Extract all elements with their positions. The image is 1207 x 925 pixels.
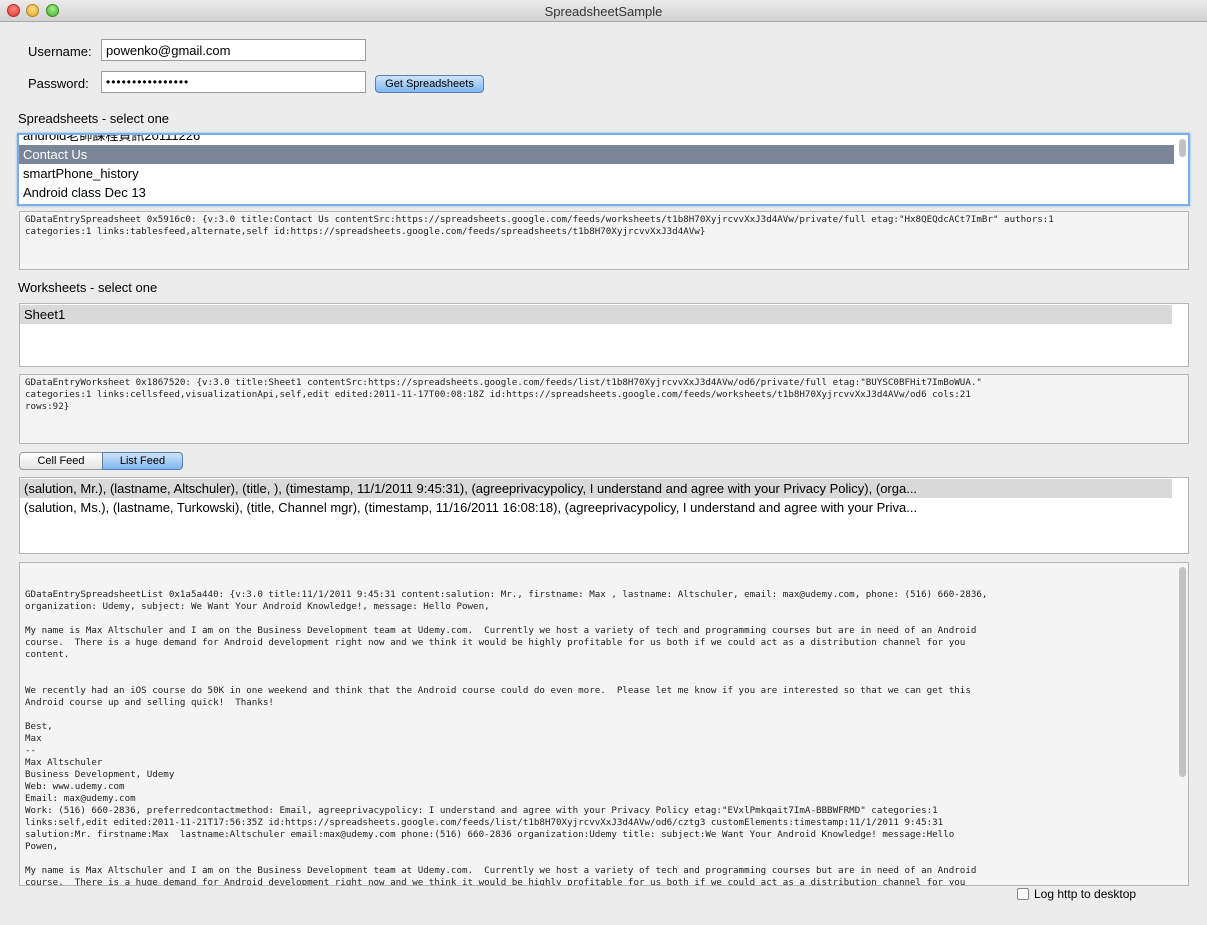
log-http-checkbox[interactable] <box>1017 888 1029 900</box>
entry-item-selected[interactable]: (salution, Mr.), (lastname, Altschuler),… <box>20 479 1172 498</box>
entry-detail-text[interactable]: GDataEntrySpreadsheetList 0x1a5a440: {v:… <box>19 562 1189 886</box>
spreadsheet-item[interactable]: android老師課程資訊20111226 <box>19 135 1174 145</box>
spreadsheet-item-selected[interactable]: Contact Us <box>19 145 1174 164</box>
spreadsheets-list[interactable]: android老師課程資訊20111226 Contact Us smartPh… <box>17 133 1190 206</box>
spreadsheet-item[interactable]: Android class Dec 13 <box>19 183 1174 202</box>
get-spreadsheets-button[interactable]: Get Spreadsheets <box>375 75 484 93</box>
tab-list-feed[interactable]: List Feed <box>102 452 183 470</box>
tab-cell-feed[interactable]: Cell Feed <box>19 452 103 470</box>
entries-list[interactable]: (salution, Mr.), (lastname, Altschuler),… <box>19 477 1189 554</box>
entry-detail-content: GDataEntrySpreadsheetList 0x1a5a440: {v:… <box>25 589 988 886</box>
worksheet-item-selected[interactable]: Sheet1 <box>20 305 1172 324</box>
entry-item[interactable]: (salution, Ms.), (lastname, Turkowski), … <box>20 498 1172 517</box>
worksheets-heading: Worksheets - select one <box>18 280 158 295</box>
username-field[interactable]: powenko@gmail.com <box>101 39 366 61</box>
window-title: SpreadsheetSample <box>544 4 663 19</box>
spreadsheets-scrollbar[interactable] <box>1179 139 1186 157</box>
spreadsheet-detail-text[interactable]: GDataEntrySpreadsheet 0x5916c0: {v:3.0 t… <box>19 211 1189 270</box>
entry-detail-scrollbar[interactable] <box>1179 567 1186 777</box>
password-field[interactable]: •••••••••••••••• <box>101 71 366 93</box>
spreadsheet-item[interactable]: smartPhone_history <box>19 164 1174 183</box>
window-titlebar[interactable]: SpreadsheetSample <box>0 0 1207 22</box>
password-label: Password: <box>28 76 89 91</box>
spreadsheets-heading: Spreadsheets - select one <box>18 111 170 126</box>
log-http-label: Log http to desktop <box>1034 887 1137 901</box>
worksheet-detail-text[interactable]: GDataEntryWorksheet 0x1867520: {v:3.0 ti… <box>19 374 1189 444</box>
username-label: Username: <box>28 44 92 59</box>
worksheets-list[interactable]: Sheet1 <box>19 303 1189 367</box>
